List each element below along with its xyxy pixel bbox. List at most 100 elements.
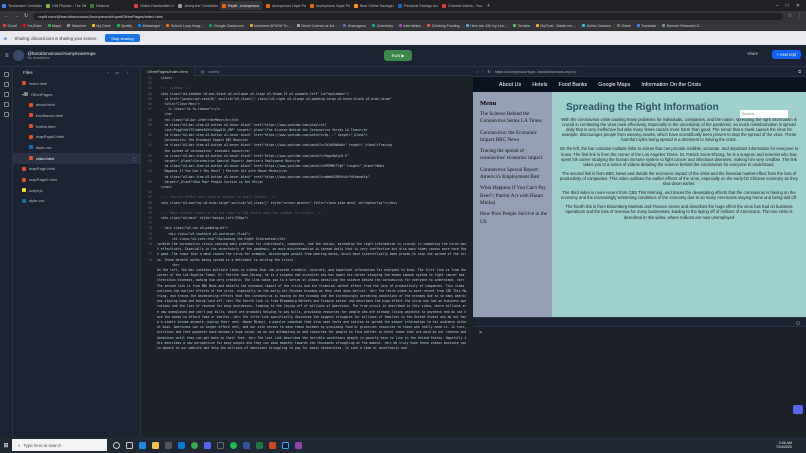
- bookmark-item[interactable]: Internships: [399, 24, 421, 28]
- new-folder-icon[interactable]: ▭: [115, 70, 119, 76]
- file-item[interactable]: index.html: [13, 78, 140, 89]
- file-item[interactable]: about.html: [13, 99, 140, 110]
- bookmark-item[interactable]: Takeover: [66, 24, 86, 28]
- browser-tab[interactable]: Replit - Anonymous: [220, 1, 262, 10]
- star-icon[interactable]: ☆: [788, 13, 792, 19]
- file-item[interactable]: foodbanks.html: [13, 110, 140, 121]
- more-icon[interactable]: ⋮: [125, 70, 130, 76]
- mail-icon[interactable]: [178, 441, 185, 449]
- file-explorer-icon[interactable]: [152, 441, 159, 449]
- windows-start-icon[interactable]: ⊞: [0, 442, 12, 449]
- cortana-icon[interactable]: [113, 441, 120, 449]
- new-file-icon[interactable]: ▫: [107, 70, 109, 76]
- site-sidebar-link[interactable]: How Poor People Survive in the US: [473, 211, 552, 226]
- file-item[interactable]: mapPage2.html: [13, 174, 140, 185]
- excel-icon[interactable]: [256, 441, 263, 449]
- site-sidebar-link[interactable]: Tracing the spread of coronavirus' econo…: [473, 148, 552, 163]
- bookmark-item[interactable]: MyFloat - Watch mo…: [535, 24, 576, 28]
- site-nav-link[interactable]: Hotels: [532, 82, 547, 88]
- site-nav-link[interactable]: Information On the Crisis: [641, 82, 701, 88]
- photoshop-icon[interactable]: [282, 441, 289, 449]
- console-prompt[interactable]: >: [473, 327, 806, 339]
- back-icon[interactable]: ←: [4, 13, 9, 19]
- packages-icon[interactable]: [3, 92, 9, 97]
- site-sidebar-link[interactable]: Coronavirus Special Report: America's Em…: [473, 167, 552, 182]
- version-control-icon[interactable]: [3, 82, 9, 87]
- reload-icon[interactable]: ↻: [24, 13, 28, 19]
- preview-reload-icon[interactable]: ↻: [488, 69, 491, 74]
- bookmark-item[interactable]: Gmail: [3, 24, 17, 28]
- browser-tab[interactable]: Best Online Savings Accounts: [352, 1, 394, 10]
- file-item[interactable]: video.html ⋮: [13, 152, 140, 164]
- code-lines[interactable]: </div> <!-- Sidebar --> <div class="w3-s…: [157, 76, 468, 351]
- browser-tab[interactable]: Channel videos - YouTube Studio: [440, 1, 482, 10]
- clock[interactable]: 2:56 AM 7/24/2020: [776, 441, 806, 450]
- powerpoint-icon[interactable]: [269, 441, 276, 449]
- bookmark-item[interactable]: My Drive: [91, 24, 111, 28]
- file-menu-icon[interactable]: ⋮: [132, 156, 136, 161]
- bookmark-item[interactable]: Terraria: [513, 24, 530, 28]
- spotify-icon[interactable]: [230, 441, 237, 449]
- extensions-icon[interactable]: ⋮: [797, 13, 802, 19]
- share-button[interactable]: share: [748, 51, 758, 56]
- browser-tab[interactable]: Desmos: [88, 1, 130, 10]
- browser-tab[interactable]: Cell Phones - The Official Terraria: [44, 1, 86, 10]
- store-icon[interactable]: [165, 441, 172, 449]
- site-search-input[interactable]: Search...: [740, 110, 788, 118]
- site-nav-link[interactable]: About Us: [499, 82, 521, 88]
- bookmark-item[interactable]: Remote Research D…: [662, 24, 703, 28]
- bookmark-item[interactable]: Interiores APUSH Tu…: [249, 24, 291, 28]
- file-item[interactable]: script.js: [13, 185, 140, 196]
- bookmark-item[interactable]: Messenger: [138, 24, 160, 28]
- browser-tab[interactable]: Personal Savings Accounts | CIT Bank: [396, 1, 438, 10]
- files-icon[interactable]: [3, 72, 9, 77]
- preview-url[interactable]: https://AnonymousHope--haroldonomous.rep…: [495, 70, 577, 74]
- bookmark-item[interactable]: Khanagnon: [343, 24, 366, 28]
- site-sidebar-link[interactable]: Coronavirus: the Economic Impact BBC New…: [473, 130, 552, 145]
- bookmark-item[interactable]: Driver License ar Ad…: [296, 24, 337, 28]
- browser-tab[interactable]: Online Handwritten Video Script: [132, 1, 174, 10]
- site-sidebar-link[interactable]: The Science Behind the Coronavirus Serie…: [473, 111, 552, 126]
- bookmark-item[interactable]: Google Classroom: [209, 24, 244, 28]
- discord-icon[interactable]: [204, 441, 211, 449]
- preview-back-icon[interactable]: ‹: [477, 70, 478, 74]
- close-icon[interactable]: ✕: [796, 3, 800, 9]
- bookmark-item[interactable]: School Loop Imag…: [166, 24, 203, 28]
- site-sidebar-link[interactable]: What Happens If You Can't Pay Rent? | Pa…: [473, 185, 552, 207]
- bookmark-item[interactable]: Climbing Funding: [427, 24, 460, 28]
- file-item[interactable]: mapPage.html: [13, 164, 140, 175]
- file-item[interactable]: mapPage2.html: [13, 131, 140, 142]
- folder-item[interactable]: ▾ OtherPages: [13, 89, 140, 100]
- run-button[interactable]: RUN ▶: [384, 50, 412, 61]
- browser-tab[interactable]: Jimmy the Comedian: [176, 1, 218, 10]
- file-item[interactable]: style.css: [13, 196, 140, 207]
- forward-icon[interactable]: →: [14, 13, 19, 19]
- steam-icon[interactable]: [217, 441, 224, 449]
- editor-tab-active[interactable]: OtherPages/index.html: [141, 66, 195, 76]
- taskbar-search[interactable]: ⌕ Type here to search: [12, 439, 107, 451]
- address-bar[interactable]: replit.com/@haroldonomous/AnonymousHope#…: [33, 12, 783, 20]
- browser-tab[interactable]: Tennessee Comedian - Google Docs: [0, 1, 42, 10]
- settings-icon[interactable]: [3, 102, 9, 107]
- bookmark-item[interactable]: Maps: [47, 24, 61, 28]
- new-tab-icon[interactable]: +: [487, 3, 490, 9]
- bookmark-item[interactable]: Spotify: [116, 24, 132, 28]
- bookmark-item[interactable]: Here are 430 Ivy Lea…: [465, 24, 507, 28]
- chat-bubble-icon[interactable]: [793, 405, 803, 414]
- bookmark-item[interactable]: Translate: [636, 24, 656, 28]
- word-icon[interactable]: [243, 441, 250, 449]
- bookmark-item[interactable]: Share: [616, 24, 631, 28]
- bookmark-item[interactable]: Online Classes: [582, 24, 611, 28]
- code-area[interactable]: 51 52 53 54 55 56 57 58 59 60 61 62 63 64 65 66 67 68 69 70…: [141, 76, 472, 437]
- minimize-icon[interactable]: –: [776, 3, 779, 9]
- preview-forward-icon[interactable]: ›: [482, 70, 483, 74]
- edge-icon[interactable]: [139, 441, 146, 449]
- avatar[interactable]: [12, 50, 24, 61]
- task-view-icon[interactable]: [126, 441, 133, 449]
- maximize-icon[interactable]: □: [786, 3, 789, 9]
- site-nav-link[interactable]: Google Maps: [598, 82, 630, 88]
- chrome-icon[interactable]: [191, 441, 198, 449]
- stop-sharing-button[interactable]: Stop sharing: [105, 34, 140, 42]
- file-item[interactable]: style.css: [13, 142, 140, 153]
- open-new-tab-icon[interactable]: ⧉: [798, 70, 801, 74]
